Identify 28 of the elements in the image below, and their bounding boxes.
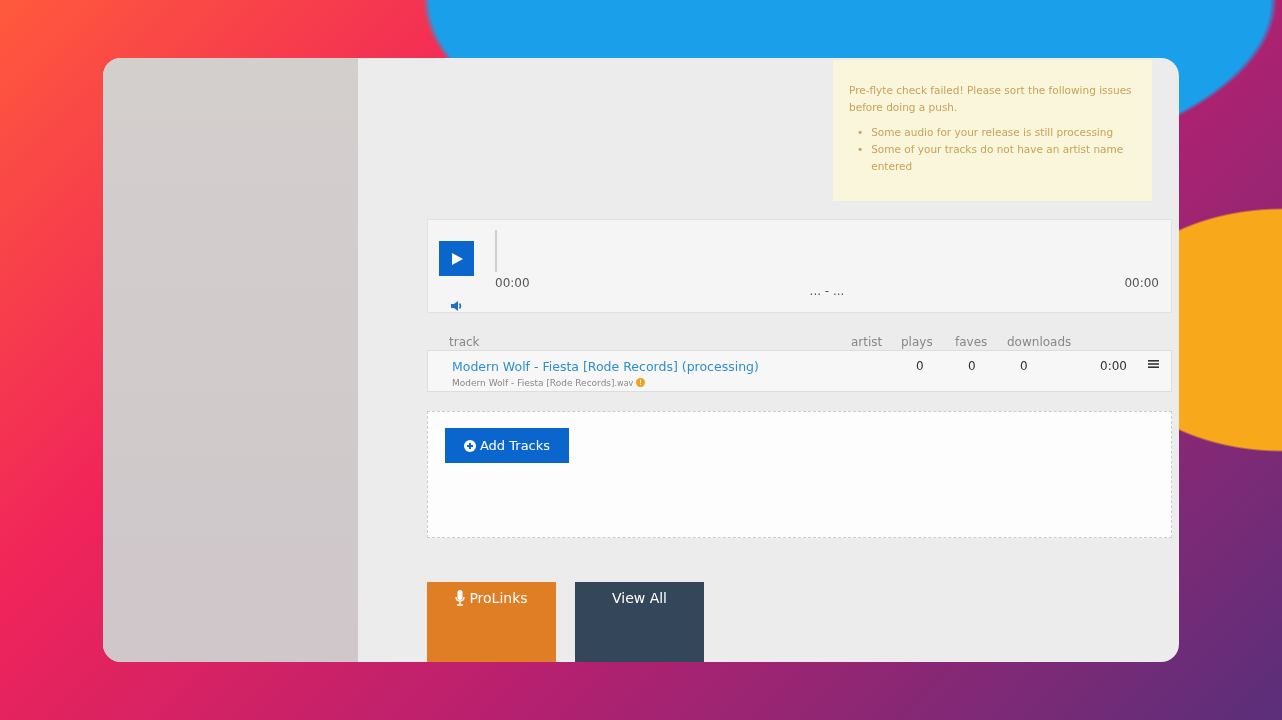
microphone-icon (455, 590, 466, 606)
elapsed-time: 00:00 (495, 276, 530, 290)
file-name: Modern Wolf - Fiesta [Rode Records].wav (452, 377, 634, 388)
plays-cell-text: 0 (916, 358, 925, 375)
playhead-line (495, 230, 497, 272)
prolinks-button[interactable]: ProLinks (427, 582, 556, 662)
column-header: downloads (1007, 335, 1073, 350)
faves-cell-text: 0 (968, 358, 977, 375)
add-tracks-button[interactable]: Add Tracks (445, 428, 569, 464)
track-link[interactable]: Modern Wolf - Fiesta [Rode Records] (processing) (452, 358, 916, 374)
downloads-cell-text: 0 (1020, 358, 1029, 375)
alert-issue: Some of your tracks do not have an artist name entered (871, 142, 1125, 174)
play-icon (449, 251, 464, 266)
column-header: track (449, 335, 481, 350)
volume-icon[interactable] (450, 300, 463, 312)
view-all-button[interactable]: View All (575, 582, 704, 662)
plus-circle-icon (463, 440, 476, 452)
duration-time: 00:00 (1124, 276, 1159, 290)
track-title: ... - ... (809, 284, 845, 298)
bullet-mark: • (857, 125, 864, 140)
column-header: artist (851, 335, 884, 350)
column-header: faves (955, 335, 989, 350)
bullet-mark: • (857, 142, 864, 157)
alert-message: Pre-flyte check failed! Please sort the following issues before doing a push. (849, 83, 1133, 115)
column-header: plays (901, 335, 934, 350)
play-button[interactable] (439, 241, 474, 276)
alert-issue: Some audio for your release is still processing (871, 125, 1114, 140)
duration-cell-text: 0:00 (1100, 358, 1128, 375)
